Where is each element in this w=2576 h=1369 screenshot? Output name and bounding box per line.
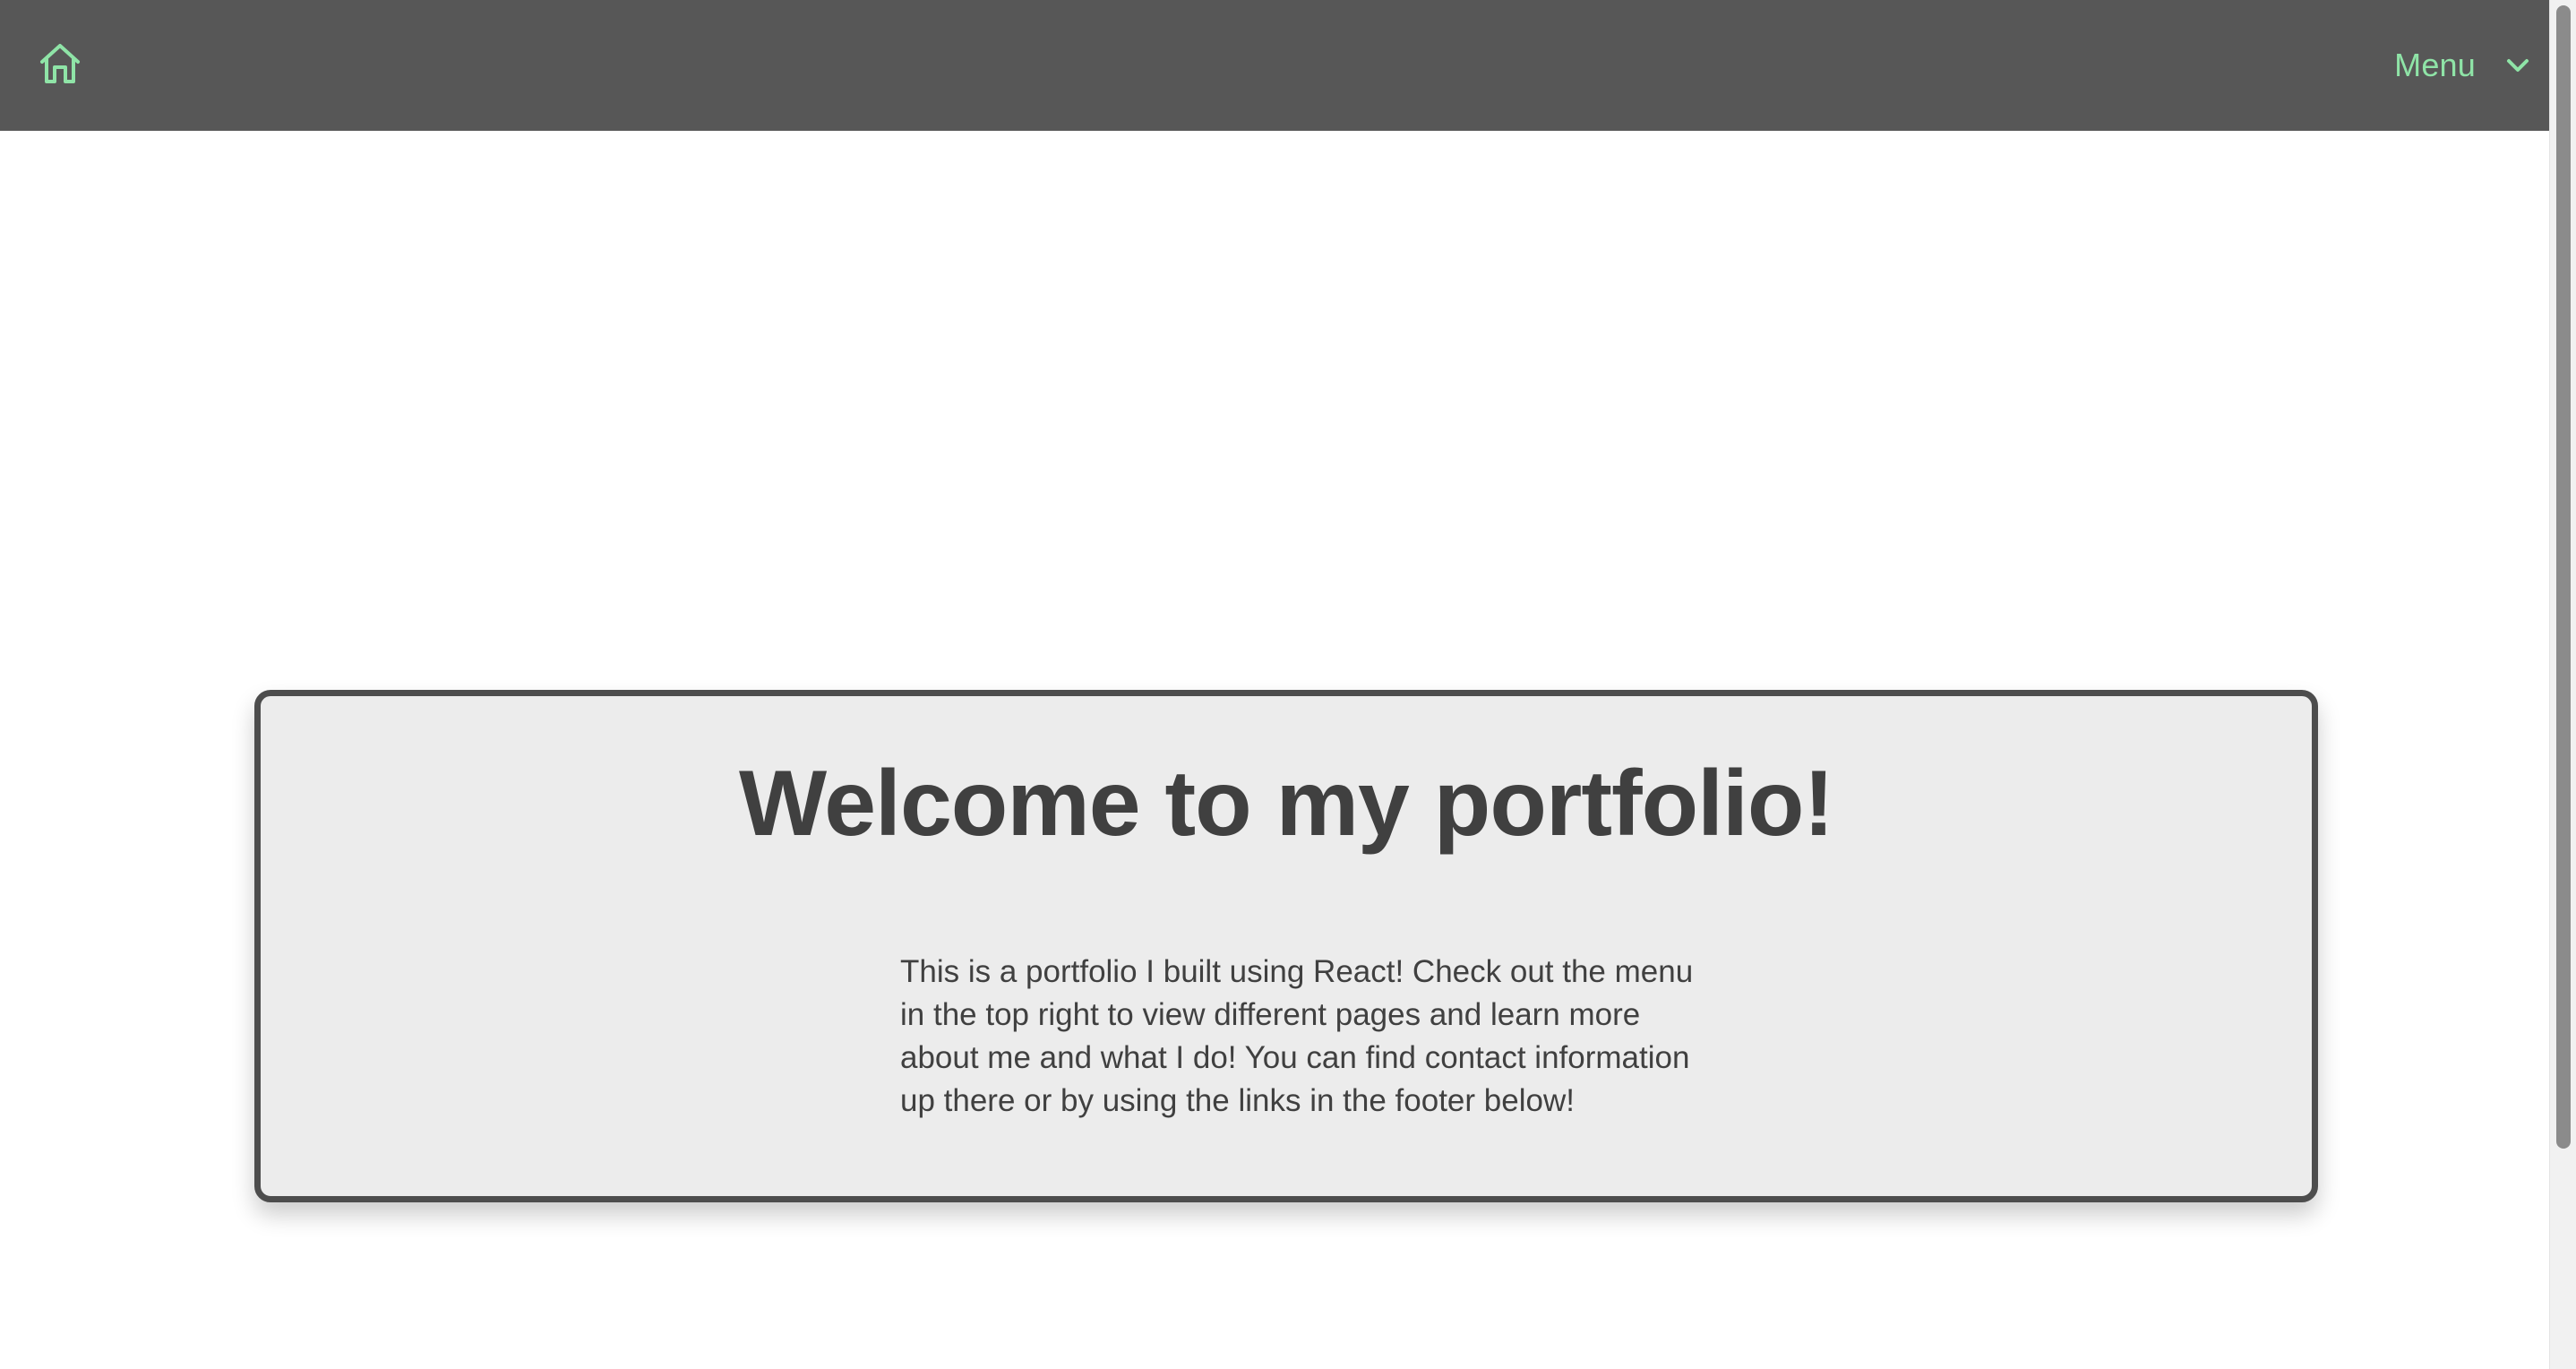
main-content: Welcome to my portfolio! This is a portf… <box>0 131 2549 1369</box>
page-title: Welcome to my portfolio! <box>738 752 1834 856</box>
home-button[interactable] <box>34 39 86 91</box>
welcome-card: Welcome to my portfolio! This is a portf… <box>254 690 2318 1202</box>
home-icon <box>36 39 84 92</box>
welcome-description: This is a portfolio I built using React!… <box>900 954 1694 1118</box>
top-navigation-bar: Menu <box>0 0 2549 131</box>
vertical-scrollbar[interactable] <box>2549 0 2576 1369</box>
portfolio-page: Menu Welcome to my portfolio! This is a … <box>0 0 2576 1369</box>
scrollbar-thumb[interactable] <box>2556 5 2571 1149</box>
chevron-down-icon <box>2503 50 2533 81</box>
menu-dropdown-button[interactable]: Menu <box>2394 39 2533 91</box>
menu-label: Menu <box>2394 47 2476 83</box>
